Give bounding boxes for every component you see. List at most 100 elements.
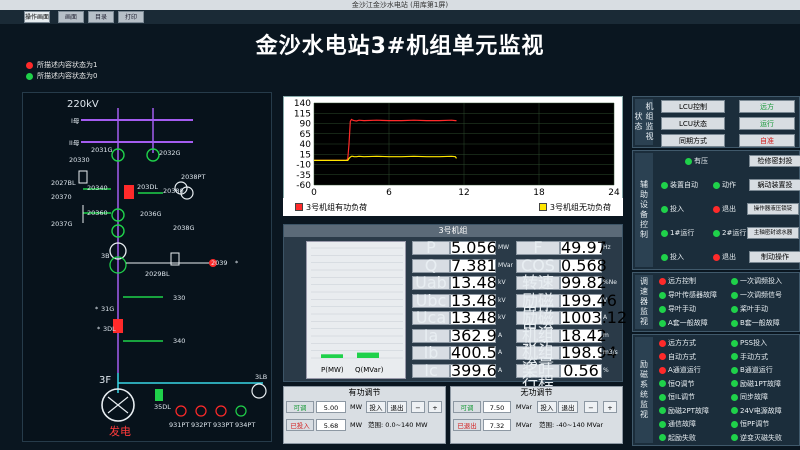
excitation_panel-item-8: 恒IL调节 <box>659 391 729 403</box>
active-reg-plus-button[interactable]: + <box>428 401 442 413</box>
meas-value-5: 362.9 <box>450 325 497 345</box>
aux-item-1[interactable]: 装置自动 <box>661 179 698 191</box>
label-2036g: 2036G <box>140 210 162 218</box>
excitation_panel-item-text: 通信故障 <box>668 420 696 428</box>
page-title: 金沙水电站3#机组单元监视 <box>255 34 545 59</box>
meas-right-name-3: 励磁电压 <box>516 292 560 320</box>
tab-screen[interactable]: 画面 <box>58 11 84 23</box>
meas-unit-5: A <box>498 331 503 339</box>
aux-item-5[interactable]: 1#运行 <box>661 227 694 239</box>
bus-voltage-label: 220kV <box>67 99 99 110</box>
meas-right-value-4: 1003.12 <box>560 308 628 327</box>
label-932pt: 932PT <box>191 421 212 429</box>
label-931pt: 931PT <box>169 421 190 429</box>
status-dot-icon <box>659 319 666 327</box>
label-2037g: 2037G <box>51 220 73 228</box>
aux-item-text: 退出 <box>722 205 736 213</box>
tab-operation[interactable]: 操作画面 <box>24 11 50 23</box>
status-dot-icon <box>661 181 668 189</box>
meas-right-value-6: 198.94 <box>560 343 617 362</box>
excitation_panel-item-text: 起励失败 <box>668 433 696 442</box>
window-title-bar: 金沙江金沙水电站 (用库第1屏) <box>0 0 800 10</box>
lcu-control-value: 远方 <box>739 100 795 113</box>
status-dot-icon <box>659 434 666 441</box>
reactive-reg-out-button[interactable]: 退出 <box>558 401 578 413</box>
status-dot-icon <box>661 253 668 261</box>
aux-item-text: 投入 <box>670 205 684 213</box>
active-reg-in-button[interactable]: 投入 <box>366 401 386 413</box>
reactive-reg-unit: MVar <box>515 403 533 411</box>
status-dot-icon <box>659 420 666 428</box>
bar-active-power <box>321 354 343 358</box>
excitation_panel-item-text: 逆变灭磁失败 <box>740 433 782 442</box>
chart-ytick-label: 65 <box>300 130 311 140</box>
excitation_panel-item-10: 励磁2PT故障 <box>659 405 729 417</box>
active-reg-minus-button[interactable]: − <box>411 401 425 413</box>
status-dot-icon <box>659 339 666 347</box>
label-934pt: 934PT <box>235 421 256 429</box>
meas-right-unit-2: %Ne <box>603 279 617 286</box>
label-2032g: 2032G <box>159 149 181 157</box>
active-reg-out-button[interactable]: 退出 <box>387 401 407 413</box>
single-line-diagram-svg <box>78 108 267 422</box>
excitation_panel-item-text: 励磁1PT故障 <box>740 379 781 388</box>
label-20360: 20360 <box>87 209 108 217</box>
aux-button-0[interactable]: 检修密封投 <box>749 155 800 167</box>
unit-measurement-panel: 3号机组 P(MW) Q(MVar) P 5.056 MW Q 7.381 MVar Uab 1… <box>283 224 628 390</box>
aux-item-2[interactable]: 动作 <box>713 179 736 191</box>
status-dot-icon <box>659 305 666 313</box>
meas-right-unit-3: V <box>603 296 608 304</box>
tab-directory[interactable]: 目录 <box>88 11 114 23</box>
governor_panel-item-text: B套一般故障 <box>740 319 780 327</box>
status-dot-icon <box>661 229 668 237</box>
aux-button-3[interactable]: 主轴密封滤水器 <box>747 227 799 239</box>
governor_panel-item-7: B套一般故障 <box>731 317 799 329</box>
governor_panel-item-text: 桨叶手动 <box>740 305 768 313</box>
reactive-reg-plus-button[interactable]: + <box>603 401 617 413</box>
breaker-203dl-icon[interactable] <box>124 185 134 199</box>
active-reg-unit: MW <box>349 403 363 411</box>
reactive-reg-setpoint[interactable]: 7.50 <box>483 401 511 413</box>
meas-name-3: Ubc <box>412 292 450 308</box>
pt-932pt-icon <box>195 405 207 417</box>
chart-xtick-label: 6 <box>386 188 392 197</box>
reactive-reg-title: 无功调节 <box>520 388 553 397</box>
excitation_panel-item-text: 手动方式 <box>740 352 768 361</box>
breaker-35dl-icon[interactable] <box>155 389 163 401</box>
governor_panel-item-6: A套一般故障 <box>659 317 729 329</box>
aux-item-4[interactable]: 退出 <box>713 203 736 215</box>
aux-item-3[interactable]: 投入 <box>661 203 684 215</box>
excitation_panel-item-1: PSS投入 <box>731 337 799 349</box>
aux-button-2[interactable]: 操作器液压锁锭 <box>747 203 799 215</box>
reactive-reg-minus-button[interactable]: − <box>584 401 598 413</box>
meas-right-value-5: 18.42 <box>560 325 607 345</box>
status-dot-icon <box>685 157 692 165</box>
aux-item-0[interactable]: 有压 <box>685 155 708 167</box>
monitor-state-title: 机组监视状态 <box>634 99 654 145</box>
label-2038pt: 2038PT <box>181 173 206 181</box>
aux-button-4[interactable]: 制动操作 <box>749 251 800 263</box>
tab-print[interactable]: 打印 <box>118 11 144 23</box>
excitation_panel-item-14: 起励失败 <box>659 432 729 444</box>
excitation-panel: 励磁系统监视 远方方式 PSS投入 自动方式 手动方式 A通道运行 B通道运行 恒Q调节 励磁… <box>632 334 800 446</box>
meas-name-5: Ia <box>412 327 450 343</box>
chart-ytick-label: -35 <box>296 171 311 181</box>
single-line-diagram: 220kV I母 II母 2031G 2032G 20330 2038PT 20… <box>22 92 272 442</box>
status-dot-icon <box>731 434 738 441</box>
bar-reactive-power <box>357 352 379 358</box>
active-reg-setpoint[interactable]: 5.00 <box>316 401 346 413</box>
label-3dl: 3DL <box>103 325 116 333</box>
reactive-reg-actual-unit: MVar <box>515 421 533 429</box>
meas-right-unit-4: A <box>603 314 608 321</box>
aux-item-8[interactable]: 退出 <box>713 251 736 263</box>
reactive-reg-in-button[interactable]: 投入 <box>537 401 557 413</box>
aux-item-6[interactable]: 2#运行 <box>713 227 746 239</box>
aux-button-1[interactable]: 蜗动装置投 <box>749 179 800 191</box>
pq-bar-chart: P(MW) Q(MVar) <box>306 241 406 379</box>
aux-item-7[interactable]: 投入 <box>661 251 684 263</box>
meas-right-unit-7: % <box>603 366 609 374</box>
meas-name-6: Ib <box>412 345 450 361</box>
meas-right-name-7: 桨叶行程 <box>516 362 560 390</box>
pt-933pt-icon <box>215 405 227 417</box>
tab-bar: 操作画面 画面 目录 打印 <box>0 10 800 24</box>
